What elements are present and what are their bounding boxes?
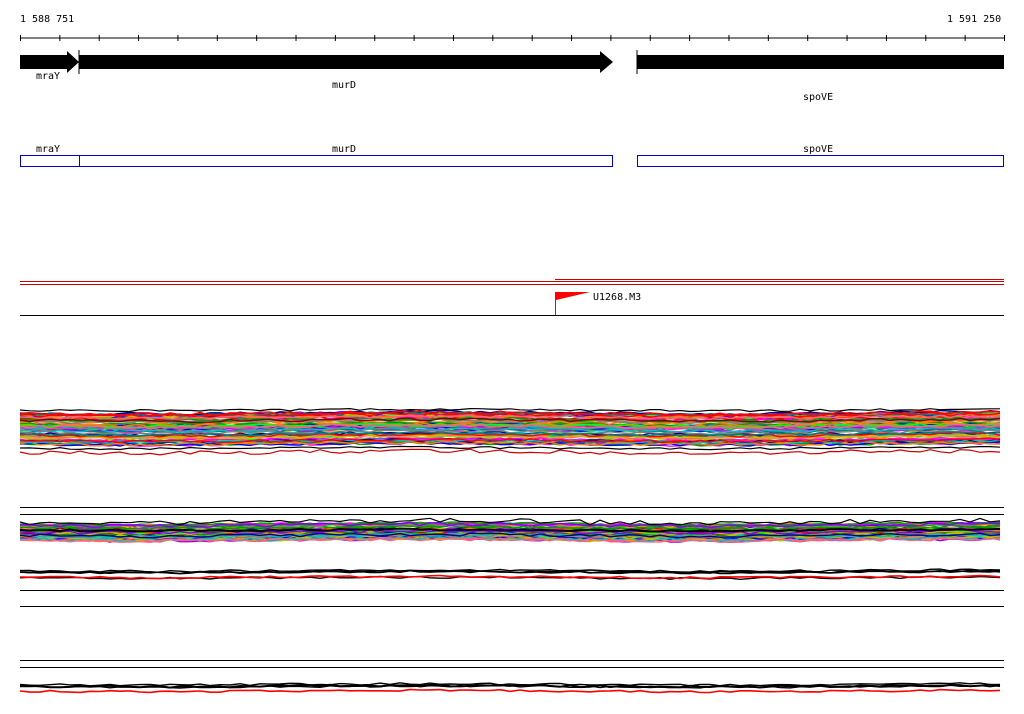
gene-box-mraY[interactable] xyxy=(20,155,80,167)
gene-box-track xyxy=(20,155,1004,167)
expression-trace-track-1 xyxy=(19,407,1001,456)
expression-trace-track-4 xyxy=(19,682,1001,694)
expression-trace-track-3 xyxy=(19,568,1001,581)
gene-arrow-murD[interactable] xyxy=(79,51,613,73)
ruler xyxy=(20,35,1005,41)
genome-browser-canvas xyxy=(19,35,1005,694)
gene-box-murD[interactable] xyxy=(79,155,613,167)
feature-track xyxy=(20,279,1004,316)
expression-trace xyxy=(19,407,1000,413)
gene-arrow-track xyxy=(20,50,1004,74)
gene-arrow-mraY[interactable] xyxy=(20,51,79,73)
expression-trace xyxy=(19,688,1001,694)
expression-trace xyxy=(19,574,1001,580)
gene-box-spoVE[interactable] xyxy=(637,155,1004,167)
gene-arrow-spoVE[interactable] xyxy=(637,55,1004,69)
expression-trace xyxy=(19,448,1001,456)
marker-flag-icon[interactable] xyxy=(556,292,590,300)
expression-trace xyxy=(19,445,1001,451)
expression-trace-track-2 xyxy=(19,517,1001,544)
